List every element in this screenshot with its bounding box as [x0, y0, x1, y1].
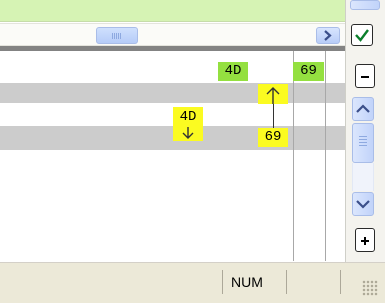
note-cell-arrow-up[interactable] [258, 84, 288, 104]
arrow-up-icon [266, 87, 280, 104]
resize-grip-icon[interactable] [362, 280, 378, 296]
horizontal-scrollbar[interactable] [0, 23, 345, 46]
status-divider [286, 270, 287, 294]
scroll-right-button[interactable] [316, 27, 340, 44]
check-toggle[interactable] [351, 24, 373, 46]
vertical-scroll-track[interactable] [352, 163, 374, 191]
chevron-right-icon [324, 30, 332, 41]
zoom-in-button[interactable] [355, 228, 375, 252]
note-cell[interactable]: 69 [258, 128, 288, 147]
scroll-down-button[interactable] [352, 192, 374, 216]
minus-icon [361, 76, 369, 78]
plus-icon [361, 237, 369, 245]
grip-icon [112, 33, 122, 39]
note-cell[interactable]: 69 [293, 62, 324, 81]
checkmark-icon [355, 29, 369, 42]
status-bar [0, 262, 385, 303]
chevron-up-icon [356, 104, 370, 113]
connector-line [273, 104, 274, 128]
top-header-band [0, 0, 345, 22]
grid-column-line [325, 51, 326, 261]
zoom-out-button[interactable] [355, 64, 375, 88]
num-lock-indicator: NUM [231, 274, 263, 290]
grid-column-line [293, 51, 294, 261]
status-divider [222, 270, 223, 294]
scroll-top-button[interactable] [350, 0, 380, 10]
arrow-down-icon [182, 127, 194, 139]
grip-icon [359, 136, 367, 148]
chevron-down-icon [356, 200, 370, 209]
note-cell-arrow-down[interactable] [173, 127, 203, 141]
note-cell[interactable]: 4D [218, 62, 248, 81]
status-divider [340, 270, 341, 294]
horizontal-scroll-thumb[interactable] [96, 27, 138, 44]
scroll-up-button[interactable] [352, 97, 374, 121]
note-cell[interactable]: 4D [173, 107, 203, 127]
vertical-scroll-thumb[interactable] [352, 123, 374, 163]
